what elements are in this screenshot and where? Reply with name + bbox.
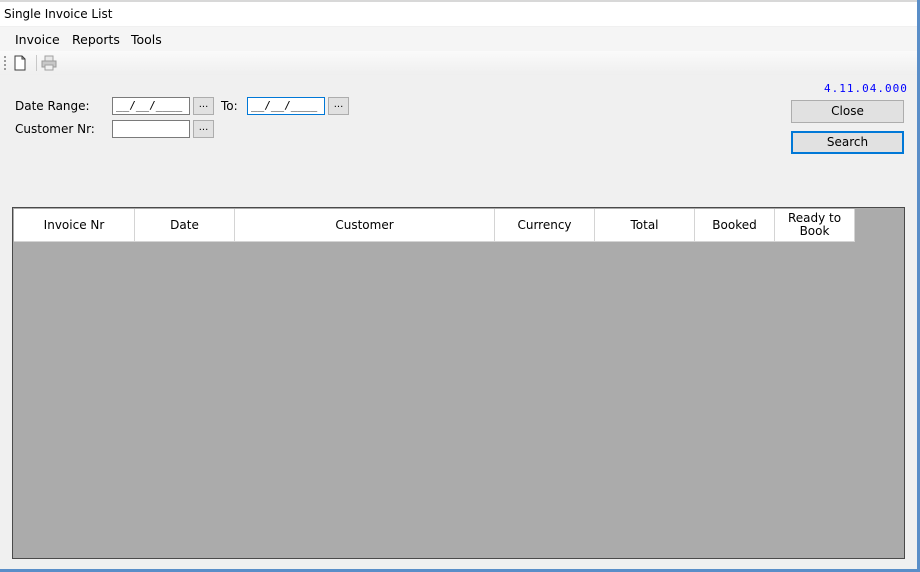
column-header-total[interactable]: Total bbox=[595, 209, 695, 242]
date-to-picker-button[interactable]: ... bbox=[328, 97, 349, 115]
date-to-field[interactable]: __/__/____ bbox=[247, 97, 325, 115]
customer-nr-label: Customer Nr: bbox=[15, 122, 95, 136]
search-button[interactable]: Search bbox=[791, 131, 904, 154]
date-from-picker-button[interactable]: ... bbox=[193, 97, 214, 115]
grid-header: Invoice Nr Date Customer Currency Total … bbox=[14, 209, 855, 242]
window-title: Single Invoice List bbox=[4, 7, 113, 21]
menu-bar: Invoice Reports Tools bbox=[0, 27, 917, 51]
column-header-ready-to-book[interactable]: Ready to Book bbox=[775, 209, 855, 242]
column-header-invoice-nr[interactable]: Invoice Nr bbox=[14, 209, 135, 242]
column-header-customer[interactable]: Customer bbox=[235, 209, 495, 242]
menu-tools[interactable]: Tools bbox=[131, 32, 162, 47]
menu-invoice[interactable]: Invoice bbox=[15, 32, 60, 47]
column-header-date[interactable]: Date bbox=[135, 209, 235, 242]
menu-reports[interactable]: Reports bbox=[72, 32, 120, 47]
print-icon[interactable] bbox=[40, 54, 58, 72]
date-from-field[interactable]: __/__/____ bbox=[112, 97, 190, 115]
invoice-grid[interactable]: Invoice Nr Date Customer Currency Total … bbox=[12, 207, 905, 559]
date-range-label: Date Range: bbox=[15, 99, 90, 113]
new-document-icon[interactable] bbox=[11, 54, 29, 72]
customer-nr-field[interactable] bbox=[112, 120, 190, 138]
title-bar: Single Invoice List bbox=[0, 2, 917, 26]
version-label: 4.11.04.000 bbox=[824, 82, 908, 95]
date-to-label: To: bbox=[221, 99, 238, 113]
toolbar-separator bbox=[36, 55, 37, 71]
close-button[interactable]: Close bbox=[791, 100, 904, 123]
customer-picker-button[interactable]: ... bbox=[193, 120, 214, 138]
column-header-currency[interactable]: Currency bbox=[495, 209, 595, 242]
toolbar-grip[interactable] bbox=[4, 56, 6, 70]
toolbar bbox=[0, 51, 917, 75]
column-header-booked[interactable]: Booked bbox=[695, 209, 775, 242]
